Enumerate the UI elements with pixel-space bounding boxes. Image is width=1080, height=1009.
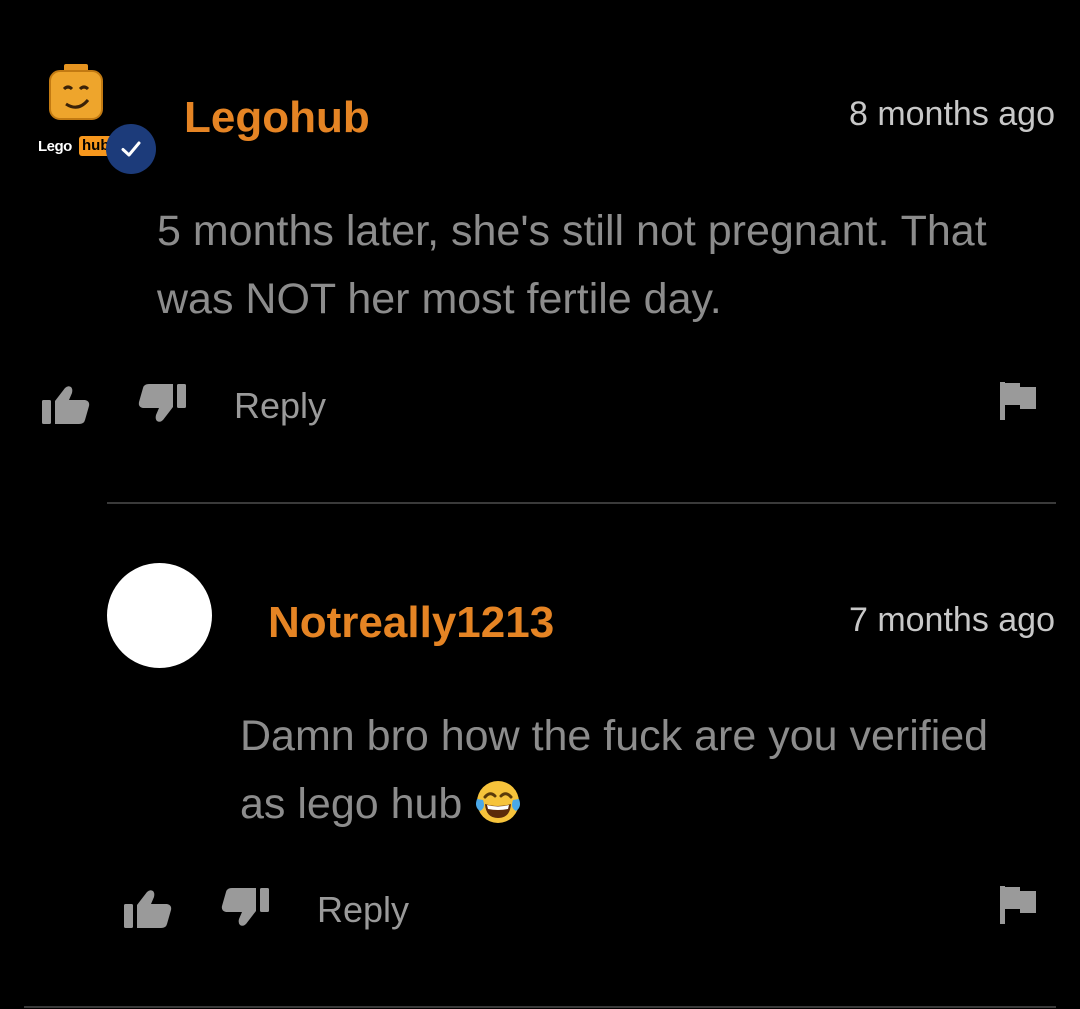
face-with-tears-of-joy-icon [476, 781, 521, 823]
comment-text-line-2-wrap: as lego hub [240, 770, 522, 838]
comment-divider [24, 1006, 1056, 1008]
comment-text-line-2: was NOT her most fertile day. [157, 275, 722, 323]
comments-page: Lego hub Legohub 8 months ago 5 months l… [0, 0, 1080, 1009]
comment-text-line-2: as lego hub [240, 780, 463, 828]
thumbs-up-icon[interactable] [122, 888, 174, 930]
comment-username[interactable]: Legohub [184, 96, 370, 140]
comment-timestamp: 7 months ago [848, 601, 1055, 639]
thumbs-up-icon[interactable] [40, 384, 92, 426]
avatar[interactable] [107, 563, 212, 668]
comment-timestamp: 8 months ago [848, 95, 1055, 133]
reply-button[interactable]: Reply [234, 388, 326, 424]
reply-button[interactable]: Reply [317, 892, 409, 928]
flag-icon[interactable] [998, 884, 1038, 926]
comment-text-line-1: Damn bro how the fuck are you verified [240, 712, 989, 760]
comment-text-line-1: 5 months later, she's still not pregnant… [157, 207, 987, 255]
comment-divider [107, 502, 1056, 504]
flag-icon[interactable] [998, 380, 1038, 422]
avatar-brand-left: Lego [38, 138, 72, 155]
comment-username[interactable]: Notreally1213 [268, 601, 554, 645]
thumbs-down-icon[interactable] [136, 382, 188, 424]
verified-check-icon [121, 141, 141, 157]
thumbs-down-icon[interactable] [219, 886, 271, 928]
lego-head-logo [49, 64, 103, 120]
verified-badge [106, 124, 156, 174]
